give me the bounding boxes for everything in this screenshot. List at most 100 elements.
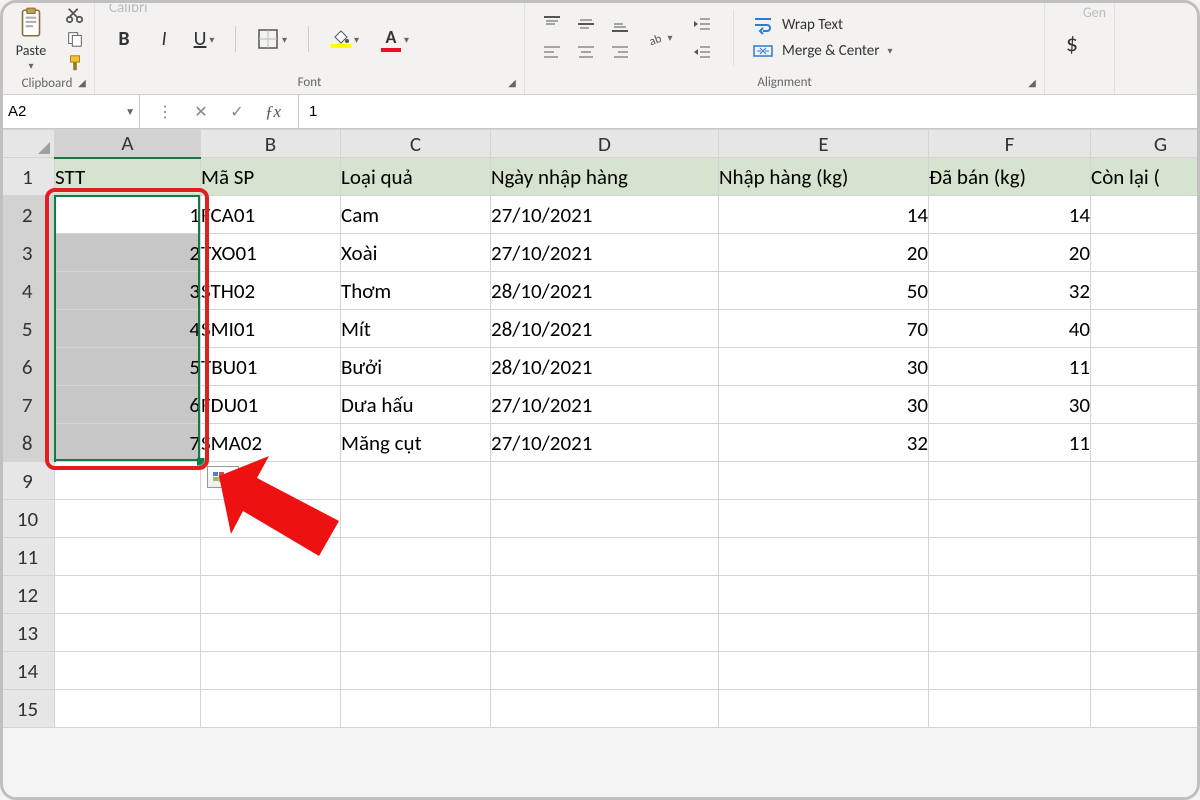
row-header-5[interactable]: 5 [1, 310, 55, 348]
cell-E9[interactable] [719, 462, 929, 500]
cell-G3[interactable] [1091, 234, 1200, 272]
cell-A10[interactable] [55, 500, 201, 538]
cell-D1[interactable]: Ngày nhập hàng [491, 158, 719, 196]
cell-G14[interactable] [1091, 652, 1200, 690]
cell-B1[interactable]: Mã SP [201, 158, 341, 196]
cell-B10[interactable] [201, 500, 341, 538]
cell-G6[interactable] [1091, 348, 1200, 386]
cell-C10[interactable] [341, 500, 491, 538]
cell-D15[interactable] [491, 690, 719, 728]
row-header-3[interactable]: 3 [1, 234, 55, 272]
align-bottom-button[interactable] [605, 12, 635, 36]
cell-C15[interactable] [341, 690, 491, 728]
cell-E15[interactable] [719, 690, 929, 728]
borders-button[interactable]: ▾ [252, 24, 292, 54]
handle-icon[interactable]: ⋮ [152, 99, 178, 125]
cell-E11[interactable] [719, 538, 929, 576]
cell-D7[interactable]: 27/10/2021 [491, 386, 719, 424]
cell-C8[interactable]: Măng cụt [341, 424, 491, 462]
cell-F10[interactable] [929, 500, 1091, 538]
increase-indent-button[interactable] [687, 40, 717, 64]
cell-G7[interactable] [1091, 386, 1200, 424]
name-box[interactable]: ▼ [0, 95, 140, 128]
cell-F3[interactable]: 20 [929, 234, 1091, 272]
copy-button[interactable] [64, 29, 86, 49]
cell-D6[interactable]: 28/10/2021 [491, 348, 719, 386]
orientation-button[interactable]: ab▾ [645, 26, 675, 50]
cell-D14[interactable] [491, 652, 719, 690]
worksheet-grid[interactable]: ABCDEFG1STTMã SPLoại quảNgày nhập hàngNh… [0, 129, 1200, 728]
cell-B15[interactable] [201, 690, 341, 728]
merge-center-button[interactable]: Merge & Center ▾ [752, 40, 893, 62]
alignment-dialog-launcher[interactable]: ◢ [1024, 76, 1040, 92]
row-header-9[interactable]: 9 [1, 462, 55, 500]
fx-icon[interactable]: ƒx [260, 99, 286, 125]
row-header-8[interactable]: 8 [1, 424, 55, 462]
row-header-11[interactable]: 11 [1, 538, 55, 576]
cell-G4[interactable] [1091, 272, 1200, 310]
row-header-2[interactable]: 2 [1, 196, 55, 234]
cell-D12[interactable] [491, 576, 719, 614]
cell-D8[interactable]: 27/10/2021 [491, 424, 719, 462]
decrease-indent-button[interactable] [687, 12, 717, 36]
cell-E7[interactable]: 30 [719, 386, 929, 424]
underline-button[interactable]: U▾ [189, 24, 219, 54]
cell-B6[interactable]: TBU01 [201, 348, 341, 386]
align-right-button[interactable] [605, 40, 635, 64]
italic-button[interactable]: I [149, 24, 179, 54]
cell-D5[interactable]: 28/10/2021 [491, 310, 719, 348]
bold-button[interactable]: B [109, 24, 139, 54]
cell-F8[interactable]: 11 [929, 424, 1091, 462]
cell-G12[interactable] [1091, 576, 1200, 614]
cell-A9[interactable] [55, 462, 201, 500]
cell-D3[interactable]: 27/10/2021 [491, 234, 719, 272]
wrap-text-button[interactable]: Wrap Text [752, 14, 893, 36]
row-header-12[interactable]: 12 [1, 576, 55, 614]
cell-F13[interactable] [929, 614, 1091, 652]
cell-A2[interactable]: 1 [55, 196, 201, 234]
cell-B4[interactable]: STH02 [201, 272, 341, 310]
cell-B2[interactable]: FCA01 [201, 196, 341, 234]
cell-E5[interactable]: 70 [719, 310, 929, 348]
align-left-button[interactable] [537, 40, 567, 64]
cell-C6[interactable]: Bưởi [341, 348, 491, 386]
row-header-15[interactable]: 15 [1, 690, 55, 728]
cell-E2[interactable]: 14 [719, 196, 929, 234]
enter-formula-button[interactable]: ✓ [224, 99, 250, 125]
name-box-input[interactable] [8, 103, 131, 120]
column-header-C[interactable]: C [341, 130, 491, 158]
cell-C9[interactable] [341, 462, 491, 500]
align-center-button[interactable] [571, 40, 601, 64]
accounting-format-button[interactable]: $ [1057, 28, 1087, 58]
row-header-6[interactable]: 6 [1, 348, 55, 386]
cell-A7[interactable]: 6 [55, 386, 201, 424]
cell-A4[interactable]: 3 [55, 272, 201, 310]
cell-G15[interactable] [1091, 690, 1200, 728]
cell-G5[interactable] [1091, 310, 1200, 348]
cell-A3[interactable]: 2 [55, 234, 201, 272]
cell-B14[interactable] [201, 652, 341, 690]
cell-D11[interactable] [491, 538, 719, 576]
cell-G13[interactable] [1091, 614, 1200, 652]
cell-F7[interactable]: 30 [929, 386, 1091, 424]
cell-F2[interactable]: 14 [929, 196, 1091, 234]
autofill-options-button[interactable] [207, 466, 239, 488]
cell-D13[interactable] [491, 614, 719, 652]
cell-E12[interactable] [719, 576, 929, 614]
cell-E4[interactable]: 50 [719, 272, 929, 310]
cell-F9[interactable] [929, 462, 1091, 500]
column-header-G[interactable]: G [1091, 130, 1200, 158]
cell-D9[interactable] [491, 462, 719, 500]
align-top-button[interactable] [537, 12, 567, 36]
cell-C14[interactable] [341, 652, 491, 690]
cell-C2[interactable]: Cam [341, 196, 491, 234]
cell-F12[interactable] [929, 576, 1091, 614]
align-middle-button[interactable] [571, 12, 601, 36]
name-box-dropdown[interactable]: ▼ [125, 105, 135, 118]
cell-E6[interactable]: 30 [719, 348, 929, 386]
cell-G8[interactable] [1091, 424, 1200, 462]
cell-C7[interactable]: Dưa hấu [341, 386, 491, 424]
cell-C13[interactable] [341, 614, 491, 652]
column-header-D[interactable]: D [491, 130, 719, 158]
cell-D2[interactable]: 27/10/2021 [491, 196, 719, 234]
